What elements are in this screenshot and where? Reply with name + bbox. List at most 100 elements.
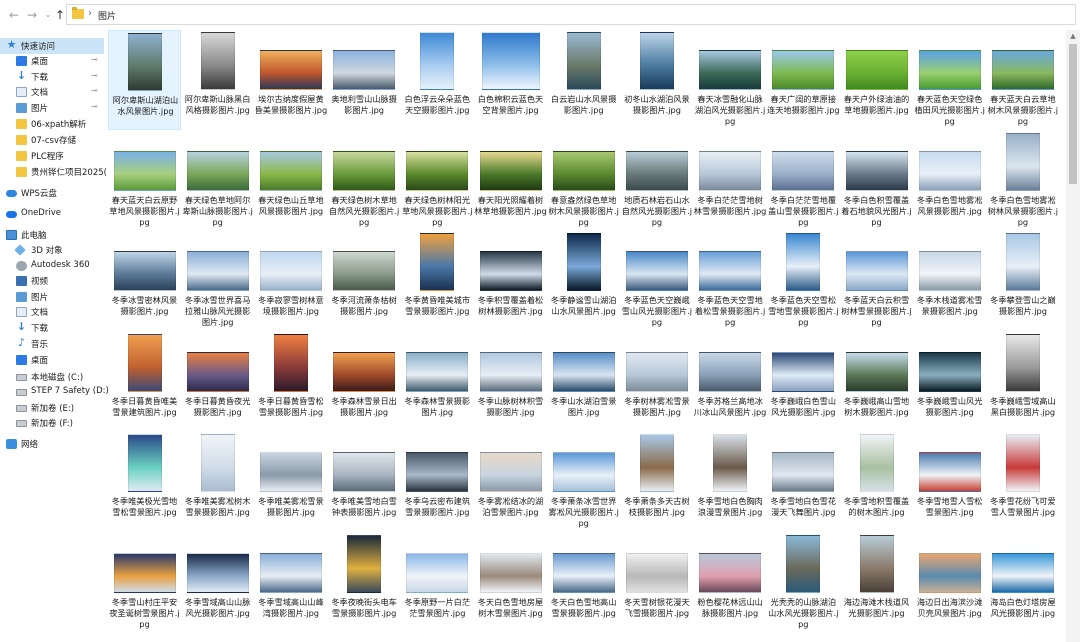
- file-item[interactable]: 冬季蓝色天空雪地着松雪景摄影图片.jpg: [694, 231, 767, 331]
- file-item[interactable]: 冬季萧条多天古树枝摄影图片.jpg: [620, 432, 693, 532]
- image-thumbnail[interactable]: [1005, 333, 1040, 392]
- file-item[interactable]: 光秃秃的山脉湖泊山水风光摄影图片.jpg: [767, 533, 840, 633]
- image-thumbnail[interactable]: [845, 150, 908, 191]
- sidebar-item[interactable]: 此电脑: [0, 227, 104, 243]
- image-thumbnail[interactable]: [259, 50, 322, 90]
- image-thumbnail[interactable]: [918, 50, 981, 90]
- image-thumbnail[interactable]: [259, 251, 322, 291]
- sidebar-item[interactable]: STEP 7 Safety (D:): [0, 384, 109, 400]
- image-thumbnail[interactable]: [918, 452, 981, 492]
- sidebar-item[interactable]: ↓ 下载: [0, 320, 104, 336]
- forward-button[interactable]: →: [24, 7, 40, 23]
- file-item[interactable]: 冬季河流萧条枯树摄影图片.jpg: [328, 231, 401, 331]
- file-item[interactable]: 冬天白色雪地高山雪景摄影图片.jpg: [547, 533, 620, 633]
- image-thumbnail[interactable]: [479, 552, 542, 593]
- file-item[interactable]: 冬季唯美雾凇树木雪景摄影图片.jpg: [181, 432, 254, 532]
- file-item[interactable]: 冬季雪地白色胸肉浪漫雪景图片.jpg: [694, 432, 767, 532]
- image-thumbnail[interactable]: [918, 351, 981, 392]
- file-item[interactable]: 阿尔卑斯山脉黑白风格摄影图片.jpg: [181, 30, 254, 130]
- file-item[interactable]: 春天绿色树木草地自然风光摄影图片.jpg: [328, 131, 401, 231]
- image-thumbnail[interactable]: [859, 534, 894, 593]
- image-thumbnail[interactable]: [259, 552, 322, 593]
- file-item[interactable]: 冬季木栈道雾凇雪景摄影图片.jpg: [913, 231, 986, 331]
- file-item[interactable]: 冬季白茫茫雪地树林雪景摄影图片.jpg: [694, 131, 767, 231]
- image-thumbnail[interactable]: [859, 434, 894, 492]
- file-item[interactable]: 冬季森林雪景摄影图片.jpg: [401, 332, 474, 432]
- image-thumbnail[interactable]: [1005, 233, 1040, 291]
- image-thumbnail[interactable]: [713, 434, 748, 492]
- image-thumbnail[interactable]: [333, 251, 396, 291]
- sidebar-item[interactable]: ♪ 音乐: [0, 336, 104, 352]
- file-item[interactable]: 冬季白色雪地雾凇树林风景摄影图片.jpg: [986, 131, 1059, 231]
- sidebar-item[interactable]: 贵州铧仁项目2025(: [0, 164, 107, 180]
- image-thumbnail[interactable]: [259, 452, 322, 492]
- image-thumbnail[interactable]: [113, 150, 176, 191]
- image-thumbnail[interactable]: [625, 251, 688, 291]
- file-item[interactable]: 冬季日暮黄昏唯美雪景建筑图片.jpg: [108, 332, 181, 432]
- sidebar-item[interactable]: 06-xpath解析: [0, 116, 104, 132]
- file-item[interactable]: 冬季冰雪密林风景摄影图片.jpg: [108, 231, 181, 331]
- image-thumbnail[interactable]: [333, 351, 396, 392]
- file-item[interactable]: 冬季唯美极光雪地雪松雪景图片.jpg: [108, 432, 181, 532]
- scroll-up-arrow-icon[interactable]: ▲: [1068, 32, 1078, 40]
- sidebar-item[interactable]: PLC程序: [0, 148, 104, 164]
- image-thumbnail[interactable]: [786, 233, 821, 291]
- file-item[interactable]: 春天户外绿油油的草地摄影图片.jpg: [840, 30, 913, 130]
- file-item[interactable]: 冬季白色雪地雾凇风景摄影图片.jpg: [913, 131, 986, 231]
- file-item[interactable]: 埃尔古纳度假屋黄昏美景摄影图片.jpg: [254, 30, 327, 130]
- image-thumbnail[interactable]: [333, 150, 396, 191]
- file-item[interactable]: 粉色樱花林远山山脉摄影图片.jpg: [694, 533, 767, 633]
- image-thumbnail[interactable]: [479, 251, 542, 291]
- image-thumbnail[interactable]: [699, 50, 762, 90]
- file-item[interactable]: 冬季蓝色天空巍峨雪山风光摄影图片.jpg: [620, 231, 693, 331]
- image-thumbnail[interactable]: [127, 33, 162, 91]
- image-thumbnail[interactable]: [406, 351, 469, 392]
- file-item[interactable]: 春天蓝天白云草地树木风景摄影图片.jpg: [986, 30, 1059, 130]
- file-item[interactable]: 冬季巍峨雪域高山黑白摄影图片.jpg: [986, 332, 1059, 432]
- image-thumbnail[interactable]: [625, 552, 688, 593]
- image-thumbnail[interactable]: [186, 150, 249, 191]
- file-item[interactable]: 冬季攀登雪山之巅摄影图片.jpg: [986, 231, 1059, 331]
- sidebar-item[interactable]: 本地磁盘 (C:): [0, 369, 104, 385]
- file-item[interactable]: 冬季森林雪景日出摄影图片.jpg: [328, 332, 401, 432]
- sidebar-item[interactable]: 桌面: [0, 352, 104, 368]
- file-item[interactable]: 冬季雪域高山山脉风光摄影图片.jpg: [181, 533, 254, 633]
- file-item[interactable]: 白色浮云朵朵蓝色天空摄影图片.jpg: [401, 30, 474, 130]
- image-thumbnail[interactable]: [639, 434, 674, 492]
- image-thumbnail[interactable]: [918, 150, 981, 191]
- image-thumbnail[interactable]: [699, 552, 762, 593]
- image-thumbnail[interactable]: [772, 452, 835, 492]
- sidebar-item[interactable]: ↓ 下载 ⊸: [0, 69, 104, 85]
- file-item[interactable]: 冬季雪地积雪覆盖的树木图片.jpg: [840, 432, 913, 532]
- sidebar-item[interactable]: WPS云盘: [0, 185, 104, 201]
- file-item[interactable]: 海边海滩木栈道风光摄影图片.jpg: [840, 533, 913, 633]
- breadcrumb-current-folder[interactable]: 图片: [98, 9, 116, 22]
- image-thumbnail[interactable]: [273, 333, 308, 392]
- file-item[interactable]: 冬季静谧雪山湖泊山水风景图片.jpg: [547, 231, 620, 331]
- image-thumbnail[interactable]: [1005, 434, 1040, 492]
- image-thumbnail[interactable]: [347, 534, 382, 593]
- address-field[interactable]: › 图片: [66, 4, 1076, 25]
- image-thumbnail[interactable]: [406, 452, 469, 492]
- file-item[interactable]: 冬季巍峨白色雪山风光摄影图片.jpg: [767, 332, 840, 432]
- image-thumbnail[interactable]: [420, 32, 455, 90]
- image-thumbnail[interactable]: [991, 50, 1054, 90]
- file-item[interactable]: 冬季蓝色天空雪松雪地雪景摄影图片.jpg: [767, 231, 840, 331]
- file-item[interactable]: 白云岩山水风景摄影图片.jpg: [547, 30, 620, 130]
- image-thumbnail[interactable]: [639, 32, 674, 90]
- image-thumbnail[interactable]: [772, 50, 835, 90]
- sidebar-item[interactable]: 文档: [0, 304, 104, 320]
- file-item[interactable]: 初冬山水湖泊风景摄影图片.jpg: [620, 30, 693, 130]
- file-item[interactable]: 冬季原野一片白茫茫雪景图片.jpg: [401, 533, 474, 633]
- file-item[interactable]: 冬天白色雪地房屋树木雪景图片.jpg: [474, 533, 547, 633]
- file-item[interactable]: 冬季积雪覆盖着松树林摄影图片.jpg: [474, 231, 547, 331]
- image-thumbnail[interactable]: [420, 233, 455, 291]
- image-thumbnail[interactable]: [552, 150, 615, 191]
- file-item[interactable]: 冬季雾凇结冰的湖泊雪景图片.jpg: [474, 432, 547, 532]
- file-item[interactable]: 冬季山水湖泊雪景图片.jpg: [547, 332, 620, 432]
- file-item[interactable]: 海边日出海滨沙滩贝壳风景图片.jpg: [913, 533, 986, 633]
- image-thumbnail[interactable]: [772, 351, 835, 392]
- file-item[interactable]: 冬季白色积雪覆盖着石地貌风光图片.jpg: [840, 131, 913, 231]
- sidebar-item[interactable]: 新加卷 (F:): [0, 415, 104, 431]
- file-item[interactable]: 春天冰雪融化山脉湖泊风光摄影图片.jpg: [694, 30, 767, 130]
